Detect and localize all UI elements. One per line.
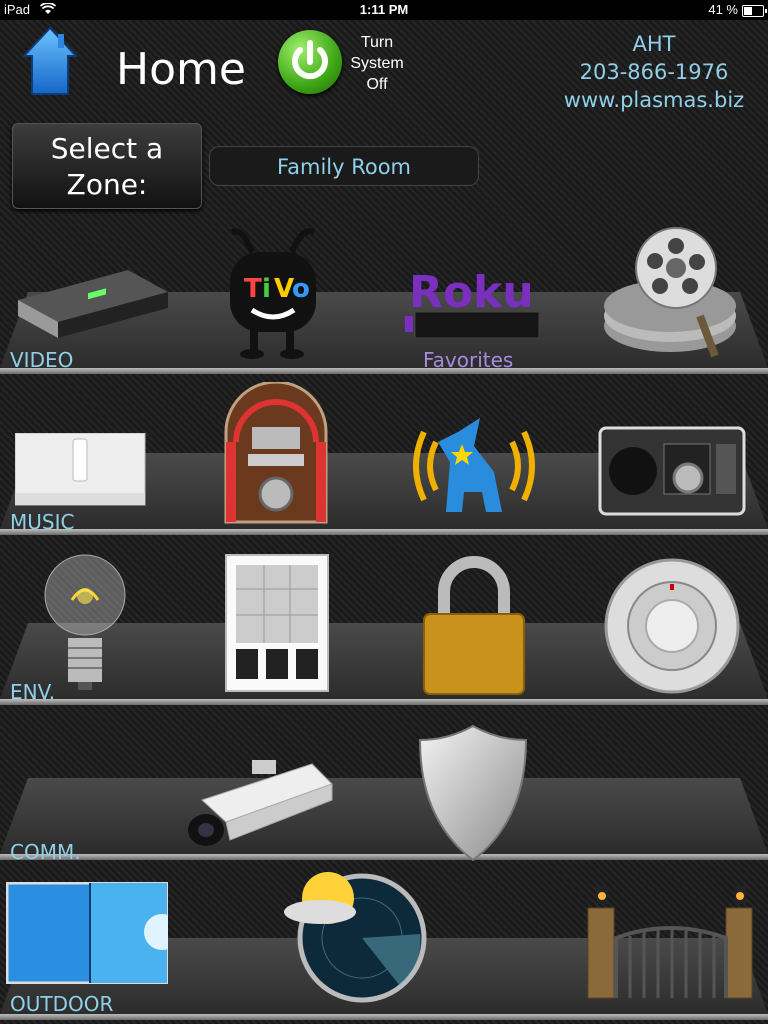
zone-selector[interactable]: Family Room (209, 146, 479, 186)
power-icon (292, 40, 328, 80)
page-title: Home (116, 44, 246, 95)
radio-icon[interactable] (598, 426, 746, 518)
padlock-icon[interactable] (422, 552, 526, 696)
power-label: Turn System Off (350, 34, 404, 93)
select-zone-button[interactable]: Select a Zone: (12, 123, 202, 209)
svg-text:Roku: Roku (409, 267, 534, 318)
svg-text:T: T (244, 274, 262, 304)
window-shade-icon[interactable] (224, 553, 330, 693)
shelf-comm (0, 778, 768, 860)
jukebox-icon[interactable] (222, 382, 330, 524)
security-camera-icon[interactable] (182, 760, 338, 850)
battery-percent: 41 % (708, 2, 738, 17)
sonos-icon[interactable] (15, 433, 147, 508)
status-bar: iPad 1:11 PM 41 % (0, 0, 768, 20)
row-label-video: VIDEO (10, 348, 74, 372)
svg-text:o: o (292, 274, 310, 304)
lightbulb-icon[interactable] (40, 550, 130, 692)
row-label-music: MUSIC (10, 510, 75, 534)
home-icon[interactable] (22, 26, 78, 96)
pandora-dog-icon[interactable] (410, 412, 538, 520)
power-button[interactable] (278, 30, 342, 94)
website: www.plasmas.biz (563, 88, 745, 112)
pool-icon[interactable] (6, 882, 168, 984)
company-name: AHT (632, 32, 676, 56)
thermostat-icon[interactable] (602, 556, 742, 696)
battery-icon (742, 5, 767, 17)
row-label-comm: COMM. (10, 840, 81, 864)
gate-icon[interactable] (586, 878, 756, 1000)
weather-radar-icon[interactable] (280, 868, 430, 1006)
tivo-icon[interactable]: T i V o (222, 222, 322, 360)
contact-info: AHT 203-866-1976 www.plasmas.biz (554, 30, 754, 114)
svg-text:i: i (262, 274, 271, 304)
film-reels-icon[interactable] (600, 226, 740, 366)
clock: 1:11 PM (359, 2, 409, 17)
row-label-outdoor: OUTDOOR (10, 992, 114, 1016)
row-label-env: ENV. (10, 680, 56, 704)
cable-box-icon[interactable] (18, 270, 168, 340)
shield-icon[interactable] (418, 724, 528, 862)
favorites-label[interactable]: Favorites (423, 348, 513, 372)
roku-icon[interactable]: Roku (405, 262, 540, 342)
phone-number: 203-866-1976 (579, 60, 729, 84)
